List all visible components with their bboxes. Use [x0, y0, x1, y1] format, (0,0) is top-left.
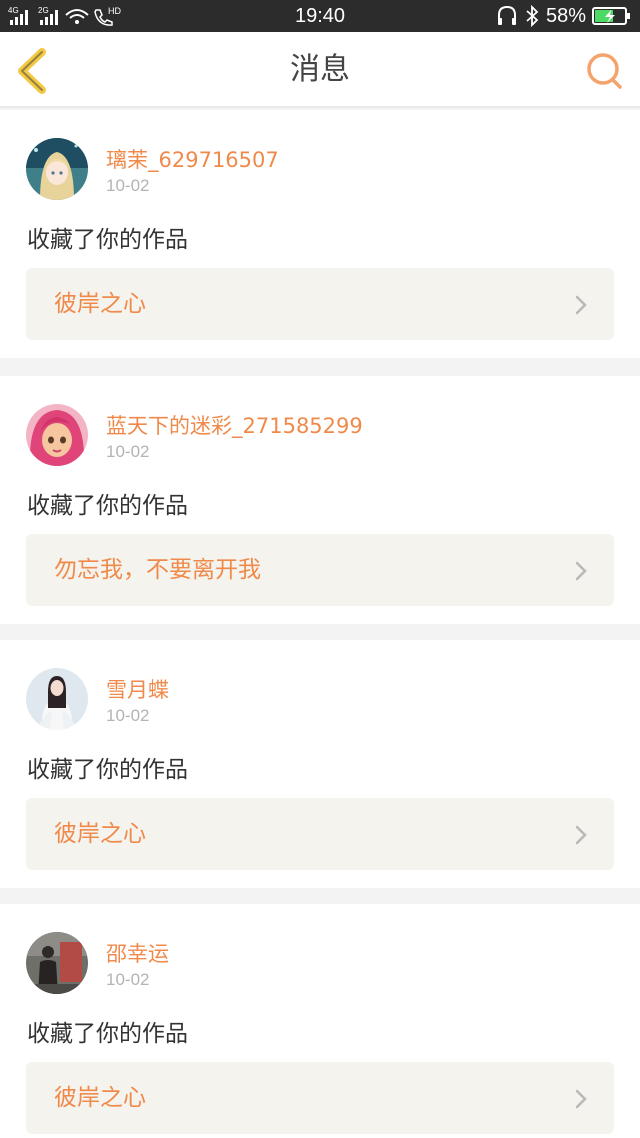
username[interactable]: 邵幸运	[106, 938, 169, 968]
action-text: 收藏了你的作品	[27, 757, 188, 783]
person-photo-avatar-icon[interactable]	[26, 932, 88, 994]
work-link[interactable]: 勿忘我，不要离开我	[26, 534, 614, 606]
notification-card: 蓝天下的迷彩_271585299 10-02 收藏了你的作品 勿忘我，不要离开我	[0, 376, 640, 624]
username[interactable]: 蓝天下的迷彩_271585299	[106, 410, 363, 440]
woman-white-dress-avatar-icon[interactable]	[26, 668, 88, 730]
status-right-group: 58%	[496, 4, 632, 28]
work-title: 彼岸之心	[54, 821, 146, 847]
action-text: 收藏了你的作品	[27, 493, 188, 519]
chevron-right-icon	[575, 1089, 587, 1109]
chevron-right-icon	[575, 295, 587, 315]
work-title: 勿忘我，不要离开我	[54, 557, 261, 583]
timestamp: 10-02	[106, 176, 150, 195]
battery-percent: 58%	[545, 4, 586, 27]
work-title: 彼岸之心	[54, 1085, 146, 1111]
notification-card: 璃茉_629716507 10-02 收藏了你的作品 彼岸之心	[0, 110, 640, 358]
page-title: 消息	[290, 52, 350, 87]
timestamp: 10-02	[106, 706, 150, 725]
battery-charging-icon	[592, 7, 630, 25]
search-icon	[587, 53, 622, 89]
action-text: 收藏了你的作品	[27, 227, 188, 253]
work-title: 彼岸之心	[54, 291, 146, 317]
nav-bar: 消息	[0, 32, 640, 108]
chevron-right-icon	[575, 561, 587, 581]
cartoon-girl-pink-hair-avatar-icon[interactable]	[26, 404, 88, 466]
work-link[interactable]: 彼岸之心	[26, 268, 614, 340]
timestamp: 10-02	[106, 442, 150, 461]
username[interactable]: 雪月蝶	[106, 674, 169, 704]
notification-card: 邵幸运 10-02 收藏了你的作品 彼岸之心	[0, 904, 640, 1138]
headphones-icon	[497, 5, 516, 25]
anime-girl-avatar-icon[interactable]	[26, 138, 88, 200]
work-link[interactable]: 彼岸之心	[26, 1062, 614, 1134]
username[interactable]: 璃茉_629716507	[106, 144, 279, 174]
timestamp: 10-02	[106, 970, 150, 989]
action-text: 收藏了你的作品	[27, 1021, 188, 1047]
search-button[interactable]	[584, 50, 626, 92]
notification-card: 雪月蝶 10-02 收藏了你的作品 彼岸之心	[0, 640, 640, 888]
status-bar: 4G 2G HD 19:40 58%	[0, 0, 640, 32]
bluetooth-icon	[526, 5, 539, 27]
work-link[interactable]: 彼岸之心	[26, 798, 614, 870]
chevron-right-icon	[575, 825, 587, 845]
